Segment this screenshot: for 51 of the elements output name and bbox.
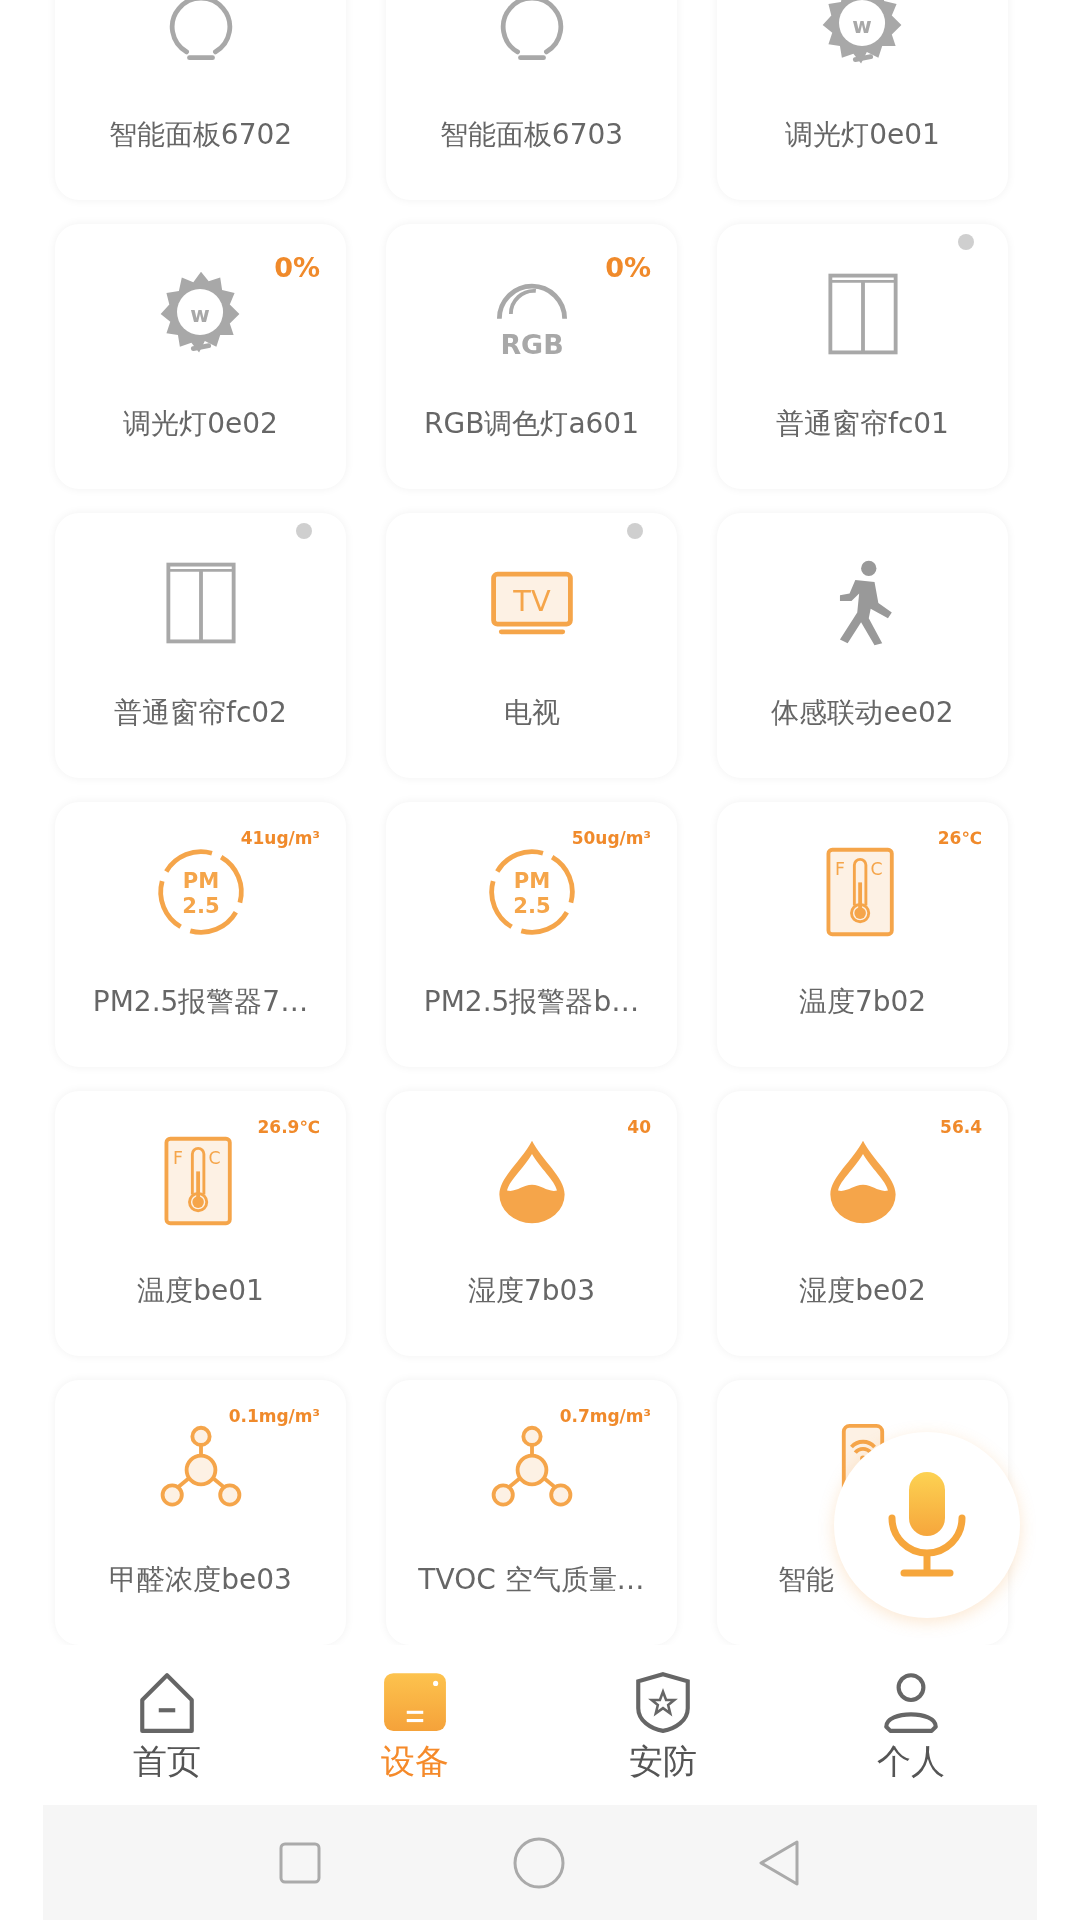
device-card[interactable]: 0% RGB RGB调色灯a601 (386, 224, 677, 489)
device-card[interactable]: 0.7mg/m³ TVOC 空气质量… (386, 1380, 677, 1645)
device-name: 湿度7b03 (467, 1273, 596, 1309)
device-card[interactable]: 智能面板6702 (55, 0, 346, 200)
device-name: 温度be01 (137, 1273, 264, 1309)
device-card[interactable]: 智能面板6703 (386, 0, 677, 200)
device-name: 智能 (778, 1562, 834, 1598)
device-name: 体感联动ee02 (771, 695, 954, 731)
back-triangle-icon[interactable] (757, 1838, 801, 1887)
nav-tab[interactable]: 安防 (539, 1645, 787, 1805)
nav-tab[interactable]: 个人 (787, 1645, 1035, 1805)
device-name: RGB调色灯a601 (424, 406, 639, 442)
circle-nav-icon[interactable] (513, 1836, 565, 1889)
device-card[interactable]: 普通窗帘fc02 (55, 513, 346, 778)
device-card[interactable]: 体感联动ee02 (717, 513, 1008, 778)
reading-label: 0% (605, 252, 651, 283)
square-nav-icon[interactable] (279, 1841, 321, 1884)
device-card[interactable]: 41ug/m³ PM 2.5 PM2.5报警器7… (55, 802, 346, 1067)
reading-label: 0% (274, 252, 320, 283)
reading-label: 26℃ (937, 828, 982, 848)
device-card[interactable]: 50ug/m³ PM 2.5 PM2.5报警器b… (386, 802, 677, 1067)
device-name: 湿度be02 (799, 1273, 926, 1309)
reading-label: 56.4 (940, 1117, 982, 1137)
device-card[interactable]: 0.1mg/m³ 甲醛浓度be03 (55, 1380, 346, 1645)
device-name: PM2.5报警器7… (92, 984, 309, 1020)
device-name: 调光灯0e02 (123, 406, 278, 442)
device-name: PM2.5报警器b… (423, 984, 640, 1020)
device-name: 智能面板6703 (439, 117, 624, 153)
device-card[interactable]: TV 电视 (386, 513, 677, 778)
device-card[interactable]: 26℃ F C 温度7b02 (717, 802, 1008, 1067)
device-name: 温度7b02 (798, 984, 927, 1020)
device-name: 甲醛浓度be03 (109, 1562, 292, 1598)
device-name: 智能面板6702 (108, 117, 293, 153)
device-card[interactable]: w 调光灯0e01 (717, 0, 1008, 200)
reading-label: 40 (627, 1117, 651, 1137)
device-card[interactable]: 40 湿度7b03 (386, 1091, 677, 1356)
reading-label: 0.1mg/m³ (228, 1406, 320, 1426)
device-name: 调光灯0e01 (785, 117, 940, 153)
device-card[interactable]: 56.4 湿度be02 (717, 1091, 1008, 1356)
nav-tab[interactable]: 首页 (43, 1645, 291, 1805)
reading-label: 26.9℃ (257, 1117, 320, 1137)
reading-label: 41ug/m³ (240, 828, 320, 848)
reading-label: 50ug/m³ (571, 828, 651, 848)
device-name: 电视 (503, 695, 560, 731)
device-card[interactable]: 0% w 调光灯0e02 (55, 224, 346, 489)
device-name: 普通窗帘fc02 (114, 695, 287, 731)
device-name: 普通窗帘fc01 (776, 406, 949, 442)
device-name: TVOC 空气质量… (418, 1562, 645, 1598)
device-card[interactable]: 普通窗帘fc01 (717, 224, 1008, 489)
reading-label: 0.7mg/m³ (559, 1406, 651, 1426)
device-card[interactable]: 26.9℃ F C 温度be01 (55, 1091, 346, 1356)
